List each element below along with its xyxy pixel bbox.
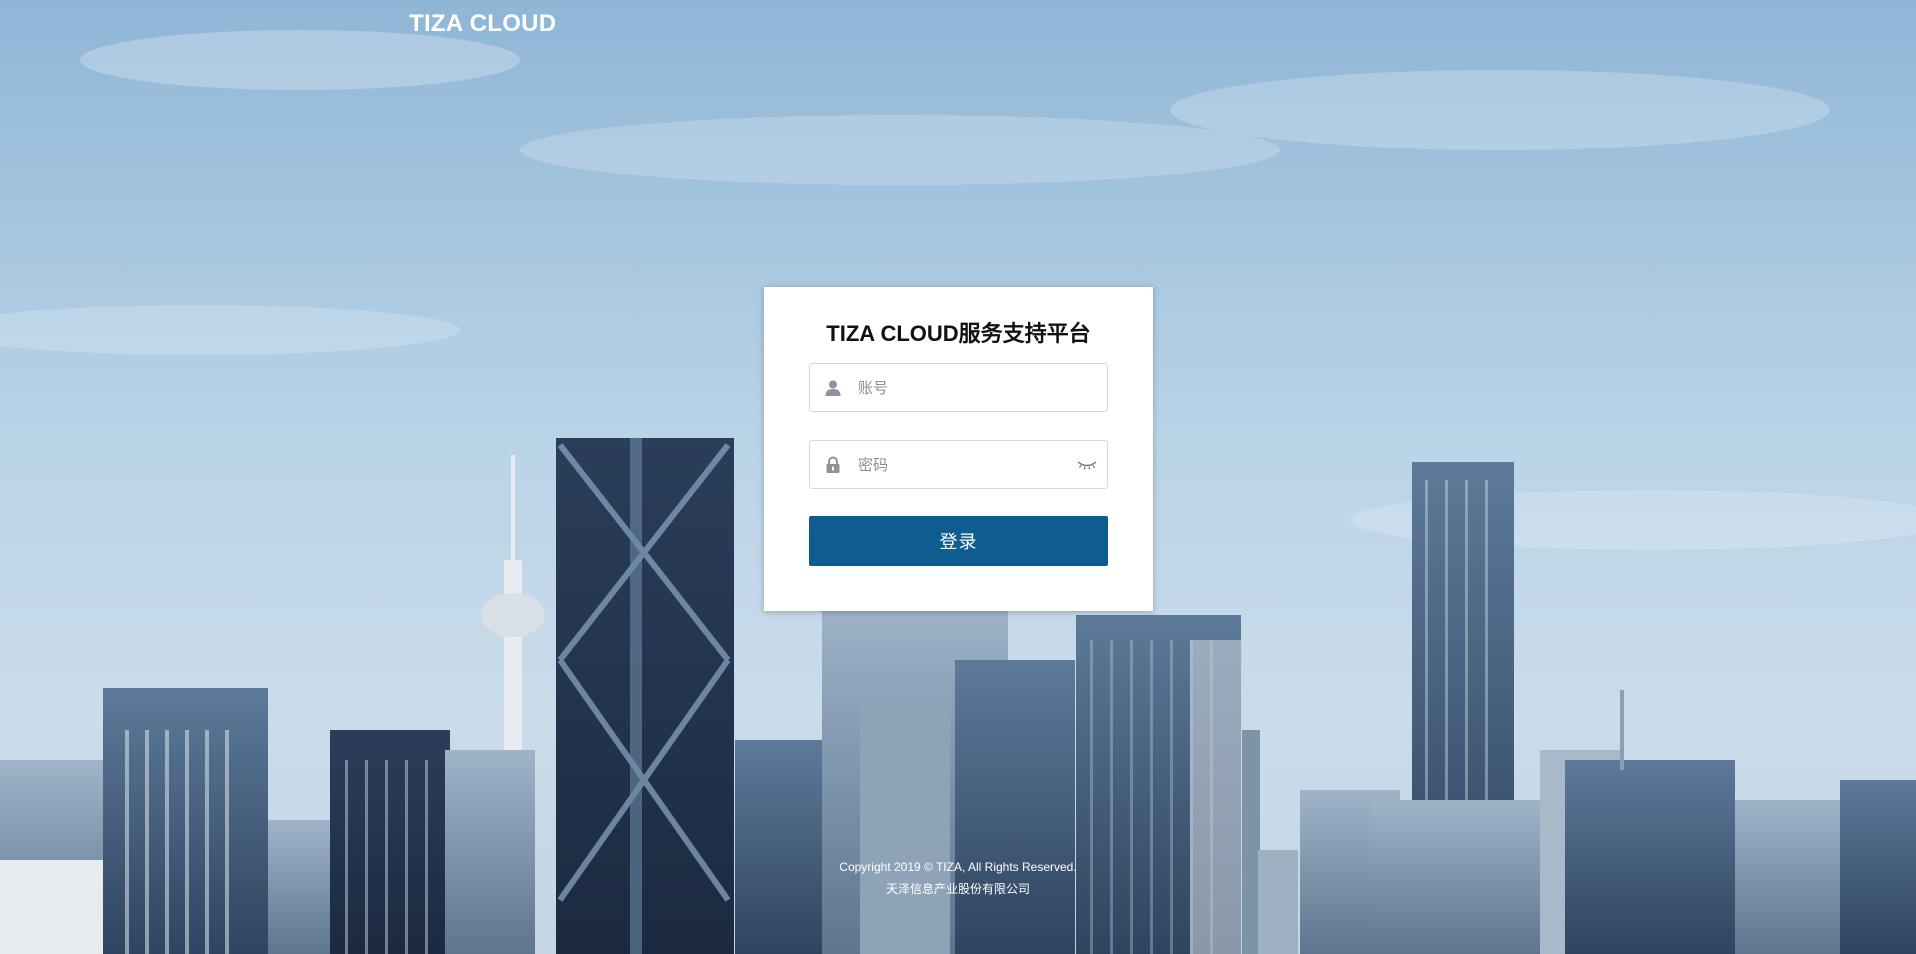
login-title: TIZA CLOUD服务支持平台 (826, 321, 1091, 346)
brand-logo-text: TIZA CLOUD (409, 10, 557, 37)
lock-icon (826, 456, 840, 473)
user-icon (825, 380, 841, 396)
account-field[interactable] (809, 363, 1108, 412)
account-input[interactable] (858, 364, 1068, 411)
password-input[interactable] (858, 441, 1068, 488)
login-page: TIZA CLOUD TIZA CLOUD服务支持平台 账号 登录 Copyri… (0, 0, 1916, 954)
company-name: 天泽信息产业股份有限公司 (885, 882, 1030, 896)
copyright-text: Copyright 2019 © TIZA, All Rights Reserv… (839, 860, 1077, 874)
eye-closed-icon[interactable] (1077, 457, 1097, 471)
password-field[interactable] (809, 440, 1108, 489)
login-button[interactable]: 登录 (809, 516, 1108, 566)
login-card: TIZA CLOUD服务支持平台 登录 (764, 287, 1153, 611)
